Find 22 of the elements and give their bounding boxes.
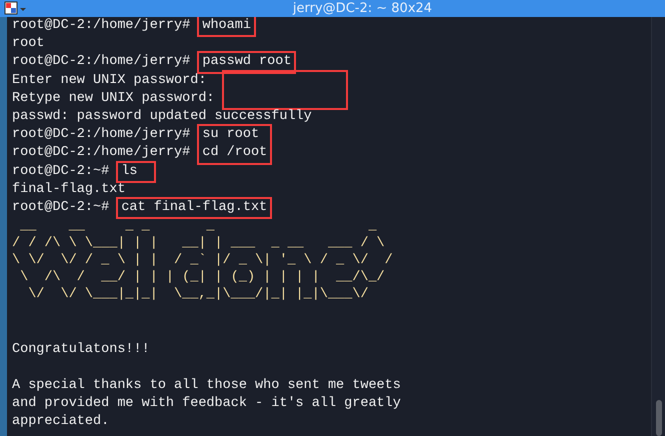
- prompt-text: Enter new UNIX password:: [12, 72, 208, 90]
- window-title: jerry@DC-2: ~ 80x24: [292, 0, 434, 17]
- prompt-text: root@DC-2:~#: [12, 199, 110, 218]
- prompt-text: root@DC-2:/home/jerry#: [12, 126, 192, 144]
- prompt-text: root@DC-2:/home/jerry#: [12, 53, 192, 72]
- prompt-text: Retype new UNIX password:: [12, 90, 216, 108]
- command-text: su root: [202, 126, 260, 144]
- prompt-text: root@DC-2:~#: [12, 162, 110, 181]
- command-text: ls: [121, 162, 138, 181]
- scrollbar[interactable]: [651, 17, 665, 436]
- command-text: cd /root: [202, 144, 268, 162]
- command-text: passwd root: [202, 53, 292, 72]
- command-text: cat final-flag.txt: [121, 199, 268, 218]
- output-text: A special thanks to all those who sent me tweets and provided me with feedback - it's all greatly appreciated.: [12, 377, 401, 432]
- output-text: passwd: password updated successfully: [12, 108, 312, 126]
- output-text: final-flag.txt: [12, 180, 126, 199]
- command-text: whoami: [202, 17, 251, 35]
- prompt-text: root@DC-2:/home/jerry#: [12, 144, 192, 162]
- output-text: root: [12, 35, 44, 54]
- ascii-art-text: __ __ _ _ _ _ / / /\ \ \___| | | __| | ___ _ __ ___ / \ \ \/ \/ / _ \ | | / _` |/ _ \| '_ \ / _ \/ / \ /\ / __/ | | | (_| | (_) | | | | __/\_/ \/ \/ \___|_|_| \__,_|\___/|_| |_|\___\/: [12, 218, 393, 304]
- output-text: Congratulatons!!!: [12, 340, 150, 359]
- prompt-text: root@DC-2:/home/jerry#: [12, 17, 192, 35]
